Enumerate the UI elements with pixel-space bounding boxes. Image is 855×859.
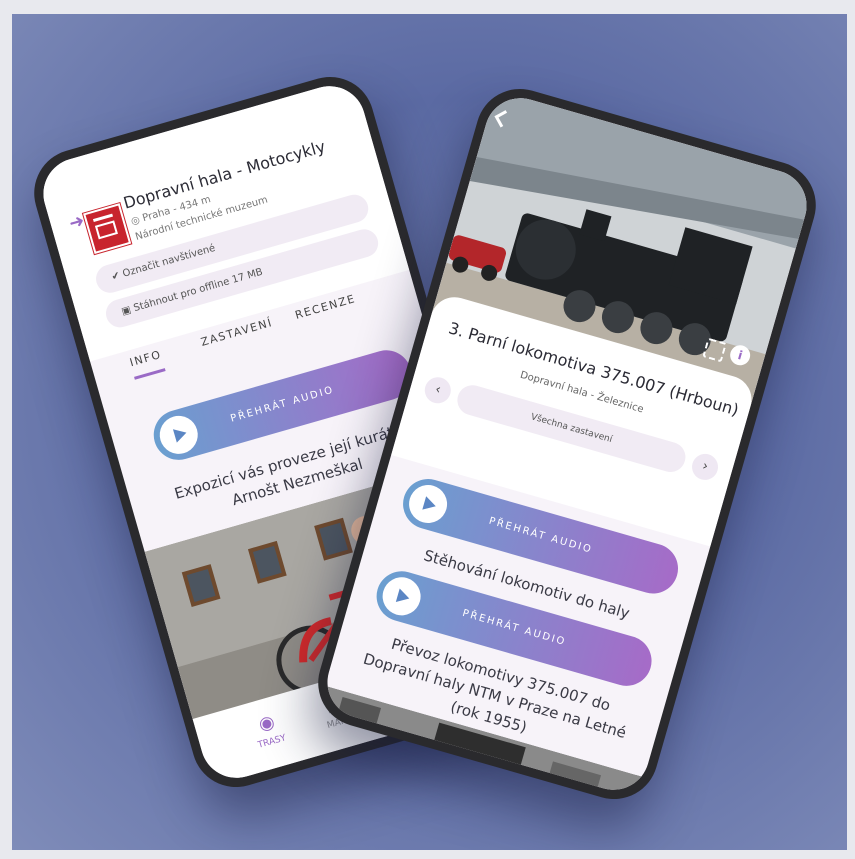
museum-logo: [83, 203, 132, 255]
play-audio-label-1: PŘEHRÁT AUDIO: [487, 515, 594, 556]
promo-background: ➜ Dopravní hala - Motocykly ◎ Praha - 43…: [12, 14, 847, 850]
play-icon: [378, 572, 426, 620]
play-icon: [155, 411, 203, 459]
nav-routes-label: TRASY: [256, 733, 288, 751]
prev-stop-button[interactable]: ‹: [421, 374, 454, 407]
tab-stops[interactable]: ZASTAVENÍ: [199, 316, 274, 349]
tab-info[interactable]: INFO: [128, 347, 167, 380]
map-pin-icon: ◉: [256, 711, 278, 736]
download-icon: ▣: [120, 304, 133, 318]
tab-reviews[interactable]: RECENZE: [294, 292, 358, 322]
check-icon: ✔: [110, 270, 122, 283]
play-icon: [404, 480, 452, 528]
next-stop-button[interactable]: ›: [688, 450, 722, 484]
nav-routes[interactable]: ◉ TRASY: [235, 705, 302, 755]
play-audio-label: PŘEHRÁT AUDIO: [229, 384, 336, 425]
play-audio-label-2: PŘEHRÁT AUDIO: [461, 607, 568, 649]
page-title: Dopravní hala - Motocykly: [121, 136, 328, 213]
location-pin-icon: ◎: [129, 214, 142, 228]
